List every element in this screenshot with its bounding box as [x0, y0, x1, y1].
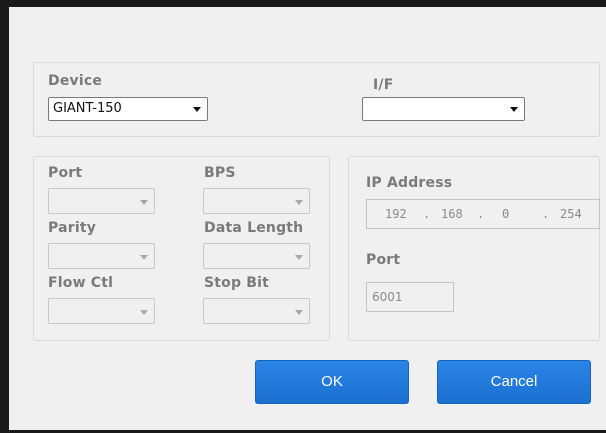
- chevron-down-icon: [295, 310, 303, 315]
- ip-octet-4: 254: [560, 207, 582, 221]
- stop-bit-label: Stop Bit: [204, 275, 270, 291]
- dialog-window: Device GIANT-150 I/F Port BPS Parity Dat…: [0, 0, 606, 433]
- data-length-select[interactable]: [203, 243, 310, 269]
- ip-dot: .: [542, 207, 550, 221]
- bps-label: BPS: [204, 165, 236, 181]
- chevron-down-icon: [295, 200, 303, 205]
- device-group: Device GIANT-150 I/F: [33, 62, 600, 137]
- network-port-input[interactable]: 6001: [366, 282, 454, 312]
- chevron-down-icon: [510, 107, 518, 112]
- chevron-down-icon: [193, 107, 201, 112]
- ip-octet-3: 0: [502, 207, 510, 221]
- chevron-down-icon: [140, 200, 148, 205]
- parity-label: Parity: [48, 220, 97, 236]
- interface-select[interactable]: [362, 97, 525, 121]
- interface-label: I/F: [373, 77, 394, 93]
- ok-button[interactable]: OK: [255, 360, 409, 404]
- device-label: Device: [48, 73, 103, 89]
- network-port-label: Port: [366, 252, 401, 268]
- chevron-down-icon: [140, 310, 148, 315]
- ip-octet-2: 168: [441, 207, 463, 221]
- serial-settings-group: Port BPS Parity Data Length Flow Ctl Sto…: [33, 156, 330, 341]
- ip-octet-1: 192: [385, 207, 407, 221]
- parity-select[interactable]: [48, 243, 155, 269]
- dialog-body: Device GIANT-150 I/F Port BPS Parity Dat…: [9, 7, 606, 430]
- cancel-button[interactable]: Cancel: [437, 360, 591, 404]
- network-settings-group: IP Address 192 . 168 . 0 . 254 Port 6001: [348, 156, 600, 341]
- ip-dot: .: [477, 207, 485, 221]
- flow-ctl-select[interactable]: [48, 298, 155, 324]
- chevron-down-icon: [140, 255, 148, 260]
- bps-select[interactable]: [203, 188, 310, 214]
- network-port-value: 6001: [372, 290, 403, 304]
- ip-address-field[interactable]: 192 . 168 . 0 . 254: [366, 199, 600, 229]
- chevron-down-icon: [295, 255, 303, 260]
- ip-address-label: IP Address: [366, 175, 453, 191]
- stop-bit-select[interactable]: [203, 298, 310, 324]
- serial-port-label: Port: [48, 165, 83, 181]
- device-select-value: GIANT-150: [53, 101, 122, 116]
- data-length-label: Data Length: [204, 220, 304, 236]
- serial-port-select[interactable]: [48, 188, 155, 214]
- flow-ctl-label: Flow Ctl: [48, 275, 114, 291]
- ip-dot: .: [423, 207, 431, 221]
- device-select[interactable]: GIANT-150: [48, 97, 208, 121]
